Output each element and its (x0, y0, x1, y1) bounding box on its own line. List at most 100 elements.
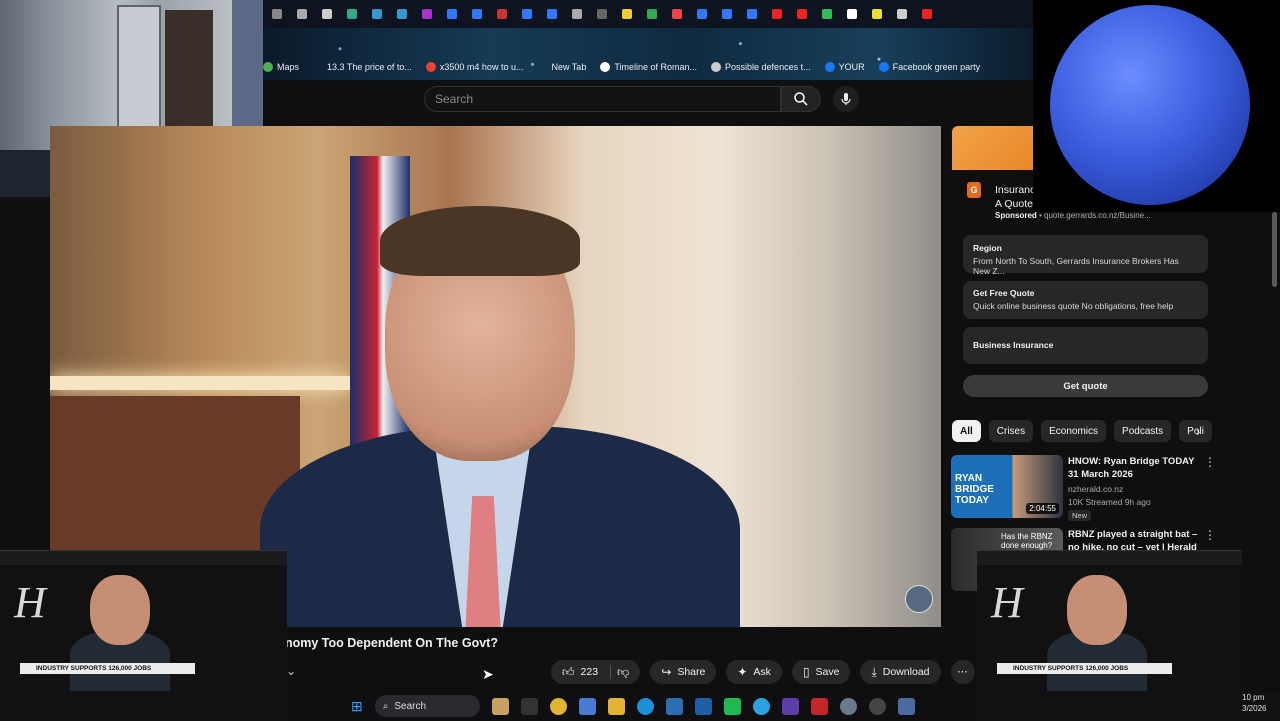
outlook-icon[interactable] (665, 697, 683, 715)
bookmark-icon: ▯ (802, 665, 810, 679)
search-button[interactable] (781, 86, 821, 112)
task-view-icon[interactable] (520, 697, 538, 715)
browser-tab[interactable] (292, 7, 311, 21)
telegram-icon[interactable] (752, 697, 770, 715)
more-actions-button[interactable]: ⋯ (950, 660, 975, 684)
bookmark-item[interactable]: New Tab (537, 62, 586, 72)
bookmark-icon (425, 62, 436, 72)
browser-tab[interactable] (667, 7, 686, 21)
pdf-icon[interactable] (810, 697, 828, 715)
bookmark-item[interactable]: Facebook green party (878, 62, 980, 72)
browser-tab[interactable] (642, 7, 661, 21)
bookmark-item[interactable]: 13.3 The price of to... (313, 62, 412, 72)
bookmark-item[interactable]: Possible defences t... (711, 62, 811, 72)
chrome-icon[interactable] (549, 697, 567, 715)
bookmark-item[interactable]: YOUR (824, 62, 865, 72)
taskbar-search[interactable]: ⌕ Search (374, 695, 480, 717)
ad-thumbnail[interactable] (952, 126, 1033, 170)
browser-tab[interactable] (842, 7, 861, 21)
chip-all[interactable]: All (952, 420, 981, 442)
tab-favicon-icon (771, 9, 782, 19)
browser-tab[interactable] (567, 7, 586, 21)
browser-tab[interactable] (542, 7, 561, 21)
recommendation-title[interactable]: HNOW: Ryan Bridge TODAY 31 March 2026 (1068, 455, 1206, 481)
chip-economics[interactable]: Economics (1041, 420, 1107, 442)
share-button[interactable]: ↪ Share (650, 660, 717, 684)
like-button[interactable]: 👍︎ 223 👎︎ (551, 660, 641, 684)
more-options-icon[interactable]: ⋮ (1204, 528, 1216, 542)
browser-tab[interactable] (867, 7, 886, 21)
browser-tab[interactable] (467, 7, 486, 21)
browser-tab[interactable] (742, 7, 761, 21)
chat-icon[interactable] (723, 697, 741, 715)
chip-podcasts[interactable]: Podcasts (1114, 420, 1172, 442)
video-thumbnail[interactable]: RYAN BRIDGE TODAY 2:04:55 (951, 455, 1063, 518)
search-input[interactable]: Search (424, 86, 781, 112)
download-icon: ⤓ (871, 664, 877, 679)
browser-tab[interactable] (917, 7, 936, 21)
voice-search-button[interactable] (833, 86, 859, 112)
more-options-icon[interactable]: ⋮ (1204, 455, 1216, 469)
widgets-icon[interactable] (491, 697, 509, 715)
app3-icon[interactable] (868, 697, 886, 715)
ad-link-business-insurance[interactable]: Business Insurance (963, 327, 1208, 364)
chevron-right-icon[interactable]: › (1196, 424, 1200, 439)
tab-favicon-icon (496, 9, 507, 19)
tab-favicon-icon (471, 9, 482, 19)
bookmark-icon (313, 62, 323, 72)
tab-favicon-icon (321, 9, 332, 19)
windows-start-icon[interactable]: ⊞ (351, 698, 363, 715)
browser-tab[interactable] (817, 7, 836, 21)
bookmark-item[interactable]: x3500 m4 how to u... (425, 62, 523, 72)
browser-tab[interactable] (692, 7, 711, 21)
edge-icon[interactable] (636, 697, 654, 715)
browser-tab[interactable] (792, 7, 811, 21)
browser-tab[interactable] (517, 7, 536, 21)
browser-tab[interactable] (442, 7, 461, 21)
browser-tab[interactable] (717, 7, 736, 21)
sidebar-scrollbar[interactable] (1269, 212, 1280, 692)
bookmark-item[interactable]: Maps (263, 62, 299, 72)
recommendation-item[interactable]: RYAN BRIDGE TODAY 2:04:55 HNOW: Ryan Bri… (951, 455, 1226, 523)
browser-tab[interactable] (392, 7, 411, 21)
ad-link-free-quote[interactable]: Get Free Quote Quick online business quot… (963, 281, 1208, 319)
system-clock[interactable]: 10 pm 3/2026 (1242, 692, 1280, 720)
channel-name[interactable]: nzherald.co.nz (1068, 484, 1206, 494)
browser-tab[interactable] (892, 7, 911, 21)
bookmark-icon (824, 62, 835, 72)
thumbs-down-icon[interactable]: 👎︎ (617, 665, 629, 680)
chevron-down-icon[interactable]: ⌄ (286, 664, 296, 678)
taskbar: ⊞ ⌕ Search (287, 692, 977, 720)
browser-tab[interactable] (417, 7, 436, 21)
share-icon: ↪ (661, 665, 672, 679)
tab-favicon-icon (796, 9, 807, 19)
download-button[interactable]: ⤓ Download (860, 660, 941, 684)
app2-icon[interactable] (781, 697, 799, 715)
app-icon[interactable] (578, 697, 596, 715)
channel-watermark[interactable] (905, 585, 933, 613)
browser-tab[interactable] (492, 7, 511, 21)
browser-tab[interactable] (592, 7, 611, 21)
calculator-icon[interactable] (694, 697, 712, 715)
browser-tab[interactable] (267, 7, 286, 21)
ad-link-region[interactable]: Region From North To South, Gerrards Insu… (963, 235, 1208, 276)
settings-icon[interactable] (839, 697, 857, 715)
ad-title[interactable]: Insurance A Quote (995, 183, 1033, 211)
ask-button[interactable]: ✦ Ask (726, 660, 782, 684)
microphone-icon (841, 93, 851, 105)
browser-tab[interactable] (767, 7, 786, 21)
browser-tab[interactable] (367, 7, 386, 21)
pip-window-left[interactable]: H INDUSTRY SUPPORTS 126,000 JOBS (0, 550, 287, 721)
pip-banner: INDUSTRY SUPPORTS 126,000 JOBS (20, 663, 195, 674)
pip-window-right[interactable]: H INDUSTRY SUPPORTS 126,000 JOBS (977, 550, 1242, 721)
save-button[interactable]: ▯ Save (791, 660, 851, 684)
app4-icon[interactable] (897, 697, 915, 715)
search-icon (794, 92, 808, 106)
folder-icon[interactable] (607, 697, 625, 715)
browser-tab[interactable] (317, 7, 336, 21)
chip-crises[interactable]: Crises (988, 420, 1034, 442)
browser-tab[interactable] (617, 7, 636, 21)
browser-tab[interactable] (342, 7, 361, 21)
get-quote-button[interactable]: Get quote (963, 375, 1208, 397)
bookmark-item[interactable]: Timeline of Roman... (600, 62, 697, 72)
